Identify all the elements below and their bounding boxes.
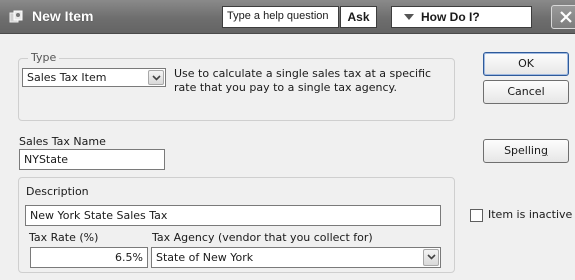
- title-bar: New Item Type a help question Ask How Do…: [0, 0, 575, 34]
- spelling-button[interactable]: Spelling: [483, 139, 569, 163]
- item-type-select[interactable]: Sales Tax Item: [22, 68, 166, 87]
- description-label: Description: [26, 185, 89, 198]
- dropdown-triangle-icon: [404, 14, 414, 20]
- tax-rate-label: Tax Rate (%): [29, 231, 99, 244]
- ask-button[interactable]: Ask: [340, 6, 377, 28]
- type-description: Use to calculate a single sales tax at a…: [174, 67, 432, 94]
- item-type-value: Sales Tax Item: [27, 71, 107, 84]
- description-input[interactable]: New York State Sales Tax: [25, 205, 441, 226]
- sales-tax-name-label: Sales Tax Name: [19, 135, 106, 148]
- how-do-i-button[interactable]: How Do I?: [391, 6, 532, 28]
- type-group-label: Type: [28, 51, 60, 64]
- how-do-i-label: How Do I?: [421, 10, 480, 24]
- tax-agency-value: State of New York: [156, 251, 254, 264]
- close-button[interactable]: [551, 5, 575, 29]
- window-title: New Item: [32, 8, 94, 24]
- chevron-down-icon[interactable]: [423, 249, 439, 266]
- help-question-input[interactable]: Type a help question: [222, 6, 339, 28]
- close-icon: [560, 11, 572, 23]
- item-inactive-label[interactable]: Item is inactive: [488, 208, 572, 221]
- ok-button[interactable]: OK: [483, 52, 569, 76]
- spelling-label: Spellin: [504, 144, 541, 157]
- tax-agency-select[interactable]: State of New York: [151, 247, 441, 268]
- tax-agency-label: Tax Agency (vendor that you collect for): [152, 231, 373, 244]
- tax-rate-input[interactable]: 6.5%: [30, 247, 148, 268]
- sales-tax-name-input[interactable]: NYState: [19, 149, 165, 170]
- item-inactive-checkbox[interactable]: [470, 209, 483, 222]
- item-icon: [9, 10, 24, 24]
- chevron-down-icon[interactable]: [148, 70, 164, 85]
- spelling-accelerator: g: [540, 144, 548, 157]
- cancel-button[interactable]: Cancel: [483, 80, 569, 104]
